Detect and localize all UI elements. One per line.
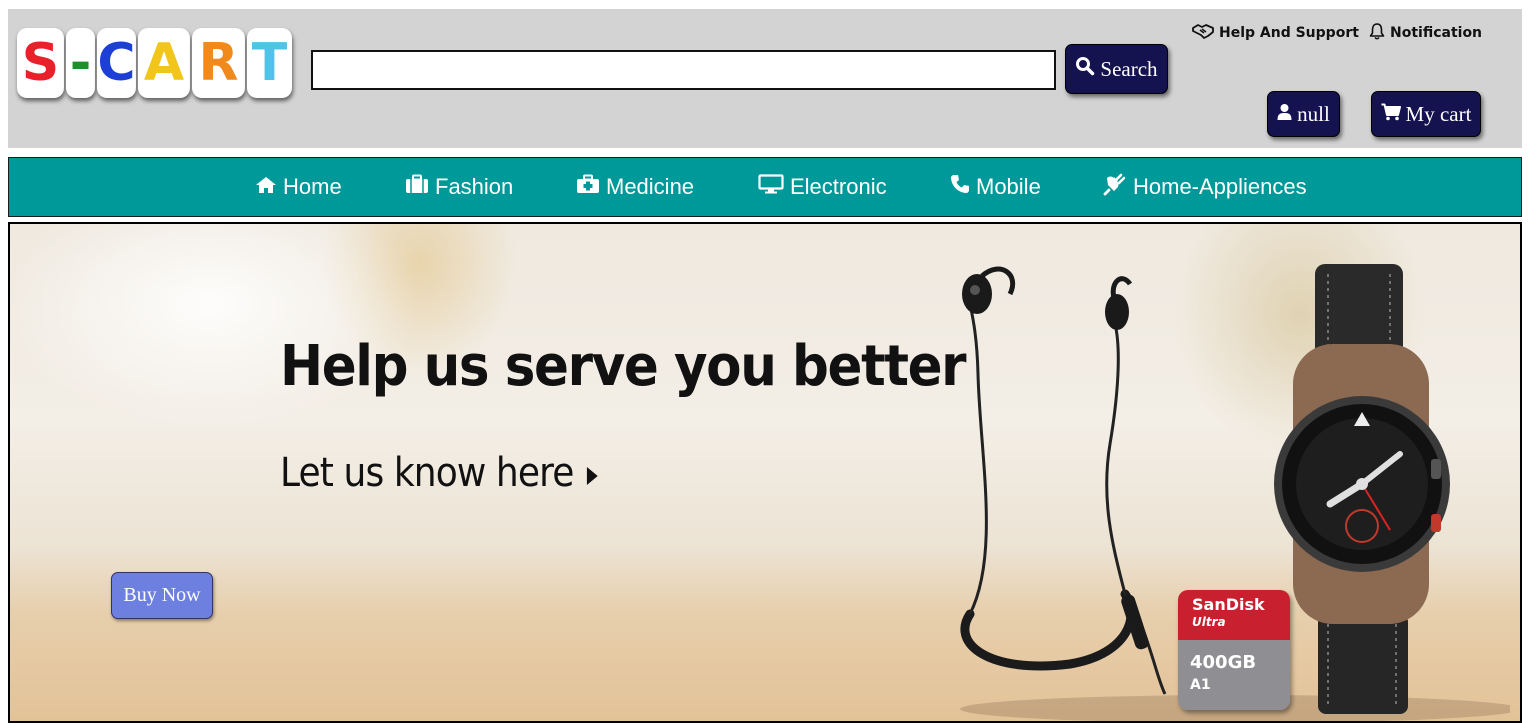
sd-capacity: 400GB	[1190, 652, 1257, 673]
bell-icon	[1369, 22, 1385, 44]
nav-item-electronic[interactable]: Electronic	[758, 158, 887, 216]
banner-subline-label: Let us know here	[280, 450, 574, 496]
phone-icon	[950, 174, 970, 200]
banner-headline: Help us serve you better	[280, 334, 967, 399]
nav-item-label: Home-Appliences	[1133, 174, 1307, 199]
my-cart-label: My cart	[1405, 101, 1472, 126]
my-cart-button[interactable]: My cart	[1371, 91, 1481, 137]
nav-item-label: Fashion	[435, 174, 514, 199]
sd-line: Ultra	[1192, 615, 1226, 629]
nav-item-label: Home	[283, 174, 342, 199]
banner-product-image: SanDisk Ultra 400GB A1	[910, 254, 1520, 721]
cart-icon	[1381, 102, 1401, 127]
briefcase-icon	[405, 174, 429, 200]
search-button-label: Search	[1100, 56, 1158, 81]
category-nav: Home Fashion Medicine Electronic Mobile …	[8, 157, 1522, 217]
sandisk-card: SanDisk Ultra 400GB A1	[1178, 590, 1290, 710]
nav-item-home-appliances[interactable]: Home-Appliences	[1103, 158, 1307, 216]
help-support-link[interactable]: Help And Support	[1192, 22, 1359, 44]
nav-item-medicine[interactable]: Medicine	[576, 158, 694, 216]
play-arrow-icon	[586, 450, 599, 496]
search-button[interactable]: Search	[1065, 44, 1168, 94]
sd-rating: A1	[1190, 677, 1211, 693]
promo-banner[interactable]: Help us serve you better Let us know her…	[8, 222, 1522, 723]
nav-item-label: Mobile	[976, 174, 1041, 199]
nav-item-mobile[interactable]: Mobile	[950, 158, 1041, 216]
nav-item-fashion[interactable]: Fashion	[405, 158, 513, 216]
plug-icon	[1103, 172, 1127, 202]
sd-brand: SanDisk	[1192, 595, 1265, 614]
monitor-icon	[758, 174, 784, 200]
logo-letter-t: T	[247, 28, 292, 98]
site-header: S - C A R T Search Help And Support Noti…	[8, 9, 1522, 148]
scart-logo[interactable]: S - C A R T	[17, 28, 294, 98]
nav-item-label: Medicine	[606, 174, 695, 199]
home-icon	[255, 174, 277, 200]
logo-letter-c: C	[97, 28, 136, 98]
user-account-label: null	[1297, 101, 1330, 126]
logo-letter-r: R	[192, 28, 245, 98]
medkit-icon	[576, 174, 600, 200]
user-account-button[interactable]: null	[1267, 91, 1340, 137]
notification-link[interactable]: Notification	[1369, 22, 1482, 44]
logo-letter-a: A	[138, 28, 190, 98]
notification-label: Notification	[1390, 25, 1483, 41]
search-icon	[1075, 56, 1095, 82]
help-support-label: Help And Support	[1219, 25, 1359, 41]
nav-item-label: Electronic	[790, 174, 887, 199]
user-icon	[1277, 102, 1292, 127]
logo-letter-s: S	[17, 28, 64, 98]
handshake-icon	[1192, 23, 1214, 43]
banner-subline-link[interactable]: Let us know here	[280, 450, 599, 496]
nav-item-home[interactable]: Home	[255, 158, 342, 216]
buy-now-button[interactable]: Buy Now	[111, 572, 213, 619]
search-input[interactable]	[311, 50, 1056, 90]
logo-letter-dash: -	[66, 28, 95, 98]
